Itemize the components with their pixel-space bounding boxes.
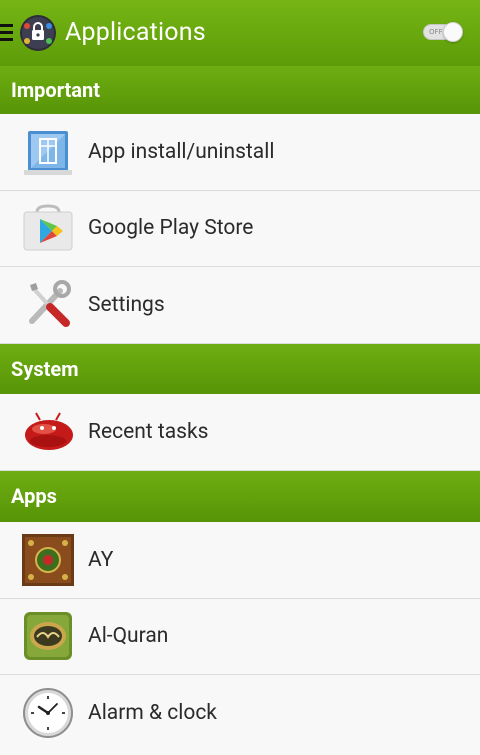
ay-app-icon: [22, 534, 74, 586]
list-item-app-install[interactable]: App install/uninstall: [0, 114, 480, 191]
list-item-label: Google Play Store: [88, 216, 254, 240]
list-item-recent-tasks[interactable]: Recent tasks: [0, 394, 480, 471]
section-header-apps: Apps: [0, 471, 480, 522]
app-title: Applications: [65, 18, 206, 47]
list-item-label: Settings: [88, 293, 165, 317]
toggle-label: OFF: [429, 28, 443, 36]
app-install-icon: [24, 131, 72, 175]
settings-tools-icon: [29, 280, 71, 327]
clock-icon: [23, 688, 73, 738]
list-item-play-store[interactable]: Google Play Store: [0, 191, 480, 267]
list-item-label: Alarm & clock: [88, 701, 217, 725]
toggle-knob: [443, 22, 463, 42]
section-header-important: Important: [0, 66, 480, 114]
play-store-icon: [23, 204, 73, 251]
list-item-settings[interactable]: Settings: [0, 267, 480, 344]
app-logo-icon[interactable]: [19, 14, 57, 52]
master-toggle[interactable]: OFF: [423, 22, 463, 42]
list-item-ay[interactable]: AY: [0, 522, 480, 599]
menu-icon[interactable]: [0, 24, 13, 42]
list-item-al-quran[interactable]: Al-Quran: [0, 599, 480, 675]
quran-icon: [24, 612, 72, 660]
list-item-label: App install/uninstall: [88, 140, 275, 164]
list-item-label: Recent tasks: [88, 420, 209, 444]
list-item-label: AY: [88, 548, 114, 572]
list-item-label: Al-Quran: [88, 624, 169, 648]
section-header-system: System: [0, 344, 480, 394]
list-item-alarm-clock[interactable]: Alarm & clock: [0, 675, 480, 755]
app-bar: Applications OFF: [0, 0, 480, 66]
jellybean-icon: [25, 412, 73, 450]
